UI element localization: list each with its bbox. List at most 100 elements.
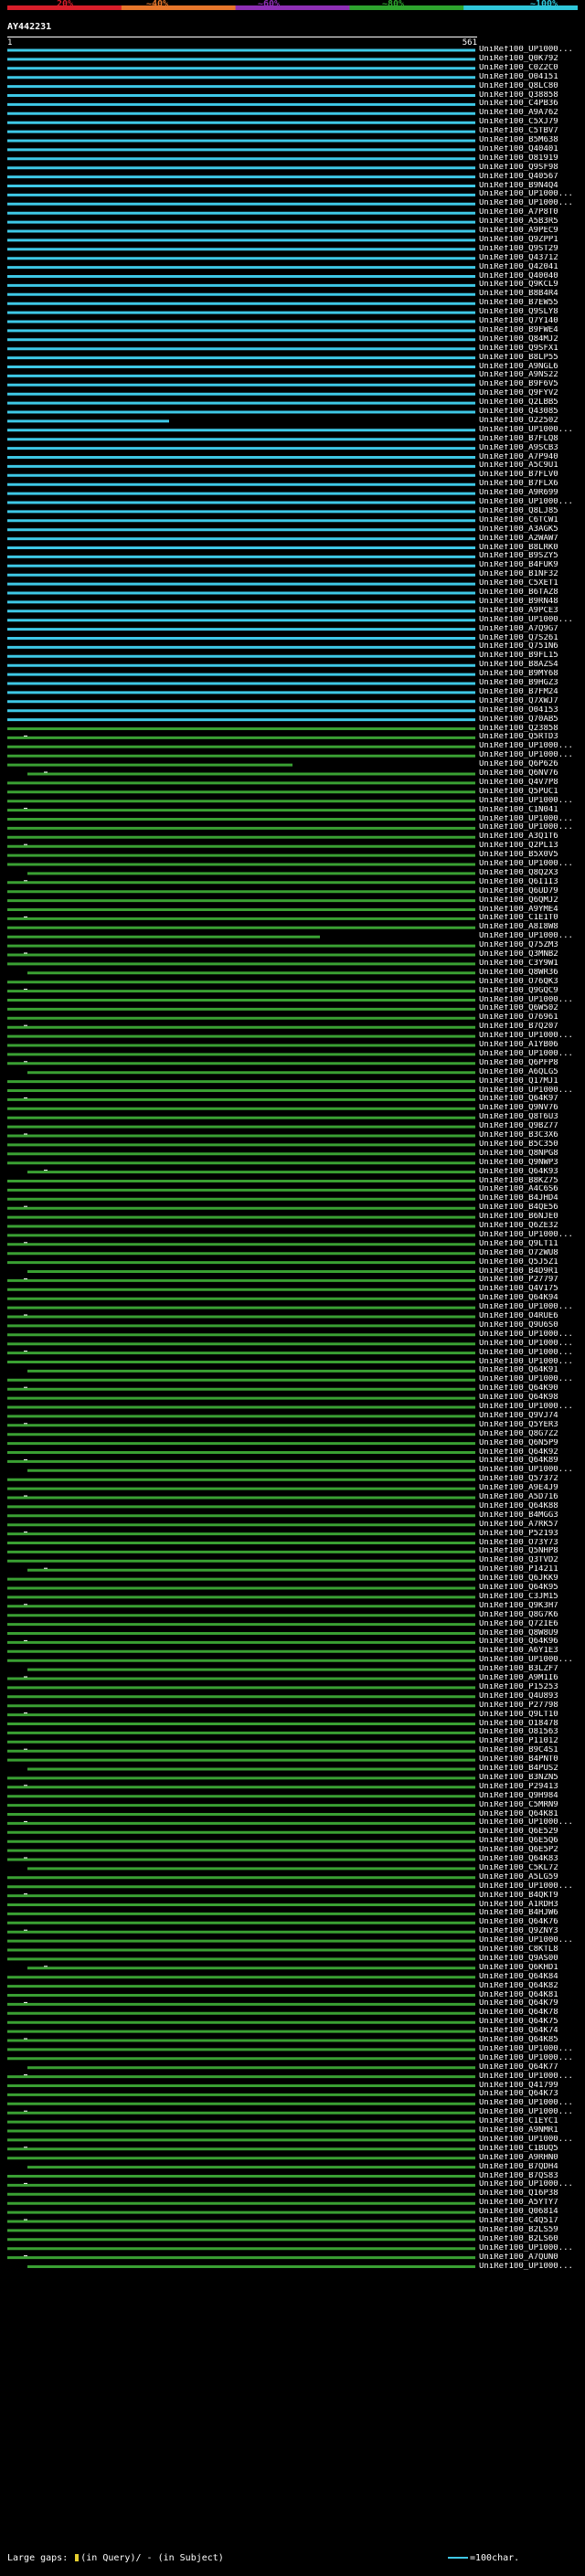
hit-id-link[interactable]: UniRef100_Q9ZPP1 [479,236,585,244]
hit-id-link[interactable]: UniRef100_UP1000... [479,1349,585,1357]
hit-id-link[interactable]: UniRef100_Q4V7P8 [479,779,585,787]
hit-id-link[interactable]: UniRef100_C1N041 [479,806,585,814]
hit-id-link[interactable]: UniRef100_C1EYC1 [479,2117,585,2125]
hit-id-link[interactable]: UniRef100_Q70AB5 [479,716,585,724]
hit-id-link[interactable]: UniRef100_UP1000... [479,797,585,805]
hit-id-link[interactable]: UniRef100_A9RHN0 [479,2154,585,2162]
hit-id-link[interactable]: UniRef100_C5MRN9 [479,1801,585,1809]
hit-id-link[interactable]: UniRef100_A9NMR1 [479,2126,585,2135]
hit-id-link[interactable]: UniRef100_Q64K93 [479,1168,585,1176]
hit-id-link[interactable]: UniRef100_B7FLQ8 [479,435,585,443]
hit-id-link[interactable]: UniRef100_O4RUE6 [479,1312,585,1320]
hit-id-link[interactable]: UniRef100_Q9GQC9 [479,987,585,995]
hit-id-link[interactable]: UniRef100_Q6W502 [479,1004,585,1012]
hit-id-link[interactable]: UniRef100_Q9AS00 [479,1955,585,1963]
hit-id-link[interactable]: UniRef100_Q64K90 [479,1384,585,1393]
hit-id-link[interactable]: UniRef100_B9N4Q4 [479,182,585,190]
hit-id-link[interactable]: UniRef100_A6Y1E3 [479,1647,585,1655]
hit-id-link[interactable]: UniRef100_Q9LT10 [479,1711,585,1719]
hit-id-link[interactable]: UniRef100_O18478 [479,1720,585,1728]
hit-id-link[interactable]: UniRef100_UP1000... [479,1303,585,1311]
hit-id-link[interactable]: UniRef100_Q7S261 [479,634,585,642]
hit-id-link[interactable]: UniRef100_A3AGK5 [479,525,585,534]
hit-id-link[interactable]: UniRef100_UP1000... [479,1818,585,1827]
hit-id-link[interactable]: UniRef100_Q9VJ74 [479,1412,585,1420]
hit-id-link[interactable]: UniRef100_UP1000... [479,616,585,624]
hit-id-link[interactable]: UniRef100_B3LZF7 [479,1665,585,1673]
hit-id-link[interactable]: UniRef100_A6QLG5 [479,1068,585,1076]
hit-id-link[interactable]: UniRef100_Q64K81 [479,1991,585,1999]
hit-id-link[interactable]: UniRef100_Q64K73 [479,2090,585,2098]
hit-id-link[interactable]: UniRef100_Q6E529 [479,1828,585,1836]
hit-id-link[interactable]: UniRef100_Q43712 [479,254,585,262]
hit-id-link[interactable]: UniRef100_Q6PFP8 [479,1059,585,1067]
hit-id-link[interactable]: UniRef100_UP1000... [479,426,585,434]
hit-id-link[interactable]: UniRef100_Q64K96 [479,1638,585,1646]
hit-id-link[interactable]: UniRef100_A7RK57 [479,1521,585,1529]
hit-id-link[interactable]: UniRef100_O72WU8 [479,1249,585,1257]
hit-id-link[interactable]: UniRef100_O81919 [479,154,585,163]
hit-id-link[interactable]: UniRef100_Q16P38 [479,2189,585,2198]
hit-id-link[interactable]: UniRef100_B9SZY5 [479,552,585,560]
hit-id-link[interactable]: UniRef100_Q8LJ85 [479,507,585,515]
hit-id-link[interactable]: UniRef100_Q6UD79 [479,887,585,896]
hit-id-link[interactable]: UniRef100_A5LG59 [479,1873,585,1882]
hit-id-link[interactable]: UniRef100_B9RN48 [479,598,585,606]
hit-id-link[interactable]: UniRef100_Q43085 [479,408,585,416]
hit-id-link[interactable]: UniRef100_B8AZS4 [479,661,585,669]
hit-id-link[interactable]: UniRef100_Q6KHD1 [479,1964,585,1972]
hit-id-link[interactable]: UniRef100_Q64K83 [479,1855,585,1863]
hit-id-link[interactable]: UniRef100_B4JHD4 [479,1194,585,1203]
hit-id-link[interactable]: UniRef100_UP1000... [479,1656,585,1664]
hit-id-link[interactable]: UniRef100_B9FWE4 [479,326,585,334]
hit-id-link[interactable]: UniRef100_Q9NV76 [479,1104,585,1112]
hit-id-link[interactable]: UniRef100_Q6JKK9 [479,1574,585,1583]
hit-id-link[interactable]: UniRef100_B7FLX6 [479,480,585,488]
hit-id-link[interactable]: UniRef100_B7FLV0 [479,471,585,479]
hit-id-link[interactable]: UniRef100_Q9KCL9 [479,281,585,289]
hit-id-link[interactable]: UniRef100_A9SCB3 [479,444,585,452]
hit-id-link[interactable]: UniRef100_Q64K84 [479,1973,585,1981]
hit-id-link[interactable]: UniRef100_Q5YER3 [479,1421,585,1429]
hit-id-link[interactable]: UniRef100_Q4V175 [479,1285,585,1293]
hit-id-link[interactable]: UniRef100_Q9U6S0 [479,1321,585,1330]
hit-id-link[interactable]: UniRef100_Q2PL13 [479,842,585,850]
hit-id-link[interactable]: UniRef100_O76961 [479,1013,585,1022]
hit-id-link[interactable]: UniRef100_UP1000... [479,1050,585,1058]
hit-id-link[interactable]: UniRef100_Q8NPG8 [479,1150,585,1158]
hit-id-link[interactable]: UniRef100_A9YME4 [479,906,585,914]
hit-id-link[interactable]: UniRef100_Q9FYV2 [479,389,585,398]
hit-id-link[interactable]: UniRef100_Q8Q2X3 [479,869,585,877]
hit-id-link[interactable]: UniRef100_Q64K91 [479,1366,585,1374]
hit-id-link[interactable]: UniRef100_A4C6S6 [479,1185,585,1193]
hit-id-link[interactable]: UniRef100_Q8WR36 [479,969,585,977]
hit-id-link[interactable]: UniRef100_UP1000... [479,1032,585,1040]
hit-id-link[interactable]: UniRef100_B8KZ75 [479,1177,585,1185]
hit-id-link[interactable]: UniRef100_Q6P626 [479,760,585,769]
hit-id-link[interactable]: UniRef100_Q8W8U9 [479,1629,585,1638]
hit-id-link[interactable]: UniRef100_Q64K89 [479,1457,585,1465]
hit-id-link[interactable]: UniRef100_P14211 [479,1565,585,1574]
hit-id-link[interactable]: UniRef100_Q9K3H7 [479,1602,585,1610]
hit-id-link[interactable]: UniRef100_B3C3X6 [479,1131,585,1140]
hit-id-link[interactable]: UniRef100_UP1000... [479,1231,585,1239]
hit-id-link[interactable]: UniRef100_Q5J5Z1 [479,1258,585,1267]
hit-id-link[interactable]: UniRef100_B1NF32 [479,570,585,578]
hit-id-link[interactable]: UniRef100_B9MY68 [479,670,585,678]
hit-id-link[interactable]: UniRef100_UP1000... [479,2244,585,2253]
hit-id-link[interactable]: UniRef100_Q64K98 [479,1394,585,1402]
hit-id-link[interactable]: UniRef100_Q72IE6 [479,1620,585,1628]
hit-id-link[interactable]: UniRef100_Q64K85 [479,2036,585,2044]
hit-id-link[interactable]: UniRef100_B7EW55 [479,299,585,307]
hit-id-link[interactable]: UniRef100_UP1000... [479,932,585,940]
hit-id-link[interactable]: UniRef100_Q64K75 [479,2018,585,2026]
hit-id-link[interactable]: UniRef100_Q57372 [479,1475,585,1483]
hit-id-link[interactable]: UniRef100_A9R699 [479,489,585,497]
hit-id-link[interactable]: UniRef100_Q42041 [479,263,585,271]
hit-id-link[interactable]: UniRef100_Q64K76 [479,1918,585,1926]
hit-id-link[interactable]: UniRef100_C0Z2C0 [479,64,585,72]
hit-id-link[interactable]: UniRef100_P52193 [479,1530,585,1538]
hit-id-link[interactable]: UniRef100_A3Q1T6 [479,832,585,841]
hit-id-link[interactable]: UniRef100_Q3MNB2 [479,950,585,959]
hit-id-link[interactable]: UniRef100_UP1000... [479,1340,585,1348]
